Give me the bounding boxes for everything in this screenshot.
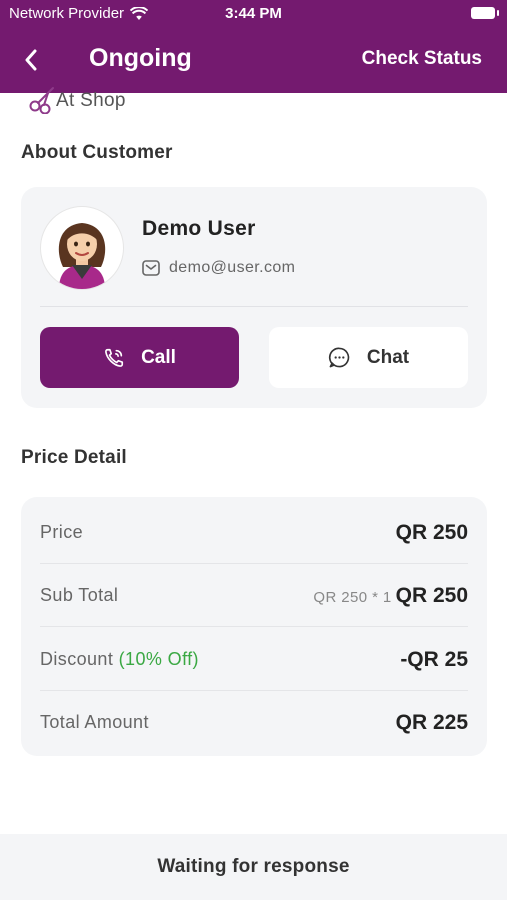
call-button-label: Call xyxy=(141,346,176,368)
price-label: Price xyxy=(40,522,84,542)
battery-icon xyxy=(471,7,499,19)
subtotal-row: Sub Total QR 250 * 1 QR 250 xyxy=(40,564,468,627)
total-label: Total Amount xyxy=(40,712,149,732)
mail-icon xyxy=(142,260,160,276)
chat-button[interactable]: Chat xyxy=(269,327,468,388)
divider xyxy=(40,626,468,627)
top-app-bar: Ongoing Check Status xyxy=(0,28,507,93)
customer-email: demo@user.com xyxy=(169,259,296,276)
status-time: 3:44 PM xyxy=(225,5,282,22)
customer-email-row: demo@user.com xyxy=(142,259,295,277)
discount-row: Discount (10% Off) -QR 25 xyxy=(40,628,468,691)
total-row: Total Amount QR 225 xyxy=(40,691,468,754)
call-button[interactable]: Call xyxy=(40,327,239,388)
customer-card: Demo User demo@user.com Call Chat xyxy=(21,187,487,408)
customer-name: Demo User xyxy=(142,217,256,240)
waiting-status-text: Waiting for response xyxy=(157,856,350,877)
chat-bubble-icon xyxy=(328,347,350,368)
divider xyxy=(40,306,468,307)
status-bar: Network Provider 3:44 PM xyxy=(0,0,507,28)
price-detail-heading: Price Detail xyxy=(21,447,127,468)
page-title: Ongoing xyxy=(89,44,192,72)
total-value: QR 225 xyxy=(395,710,468,734)
discount-label: Discount xyxy=(40,649,114,669)
chevron-left-icon xyxy=(25,49,37,71)
chat-button-label: Chat xyxy=(366,346,410,368)
about-customer-heading: About Customer xyxy=(21,142,173,163)
service-type-label: At Shop xyxy=(56,90,126,111)
subtotal-label: Sub Total xyxy=(40,585,119,605)
subtotal-quantity: QR 250 * 1 xyxy=(313,588,392,606)
subtotal-value: QR 250 xyxy=(395,583,468,607)
back-button[interactable] xyxy=(18,47,44,73)
subtotal-value-group: QR 250 * 1 QR 250 xyxy=(313,584,468,608)
discount-percent: (10% Off) xyxy=(118,649,199,669)
discount-value: -QR 25 xyxy=(400,647,468,671)
price-detail-card: Price QR 250 Sub Total QR 250 * 1 QR 250 … xyxy=(21,497,487,756)
scissors-icon xyxy=(29,87,54,114)
price-row: Price QR 250 xyxy=(40,501,468,564)
price-value: QR 250 xyxy=(395,520,468,544)
avatar xyxy=(40,206,124,290)
phone-icon xyxy=(105,348,124,367)
discount-label-group: Discount (10% Off) xyxy=(40,649,199,670)
status-footer: Waiting for response xyxy=(0,834,507,900)
check-status-button[interactable]: Check Status xyxy=(362,48,482,70)
service-type-row: At Shop xyxy=(28,87,126,114)
